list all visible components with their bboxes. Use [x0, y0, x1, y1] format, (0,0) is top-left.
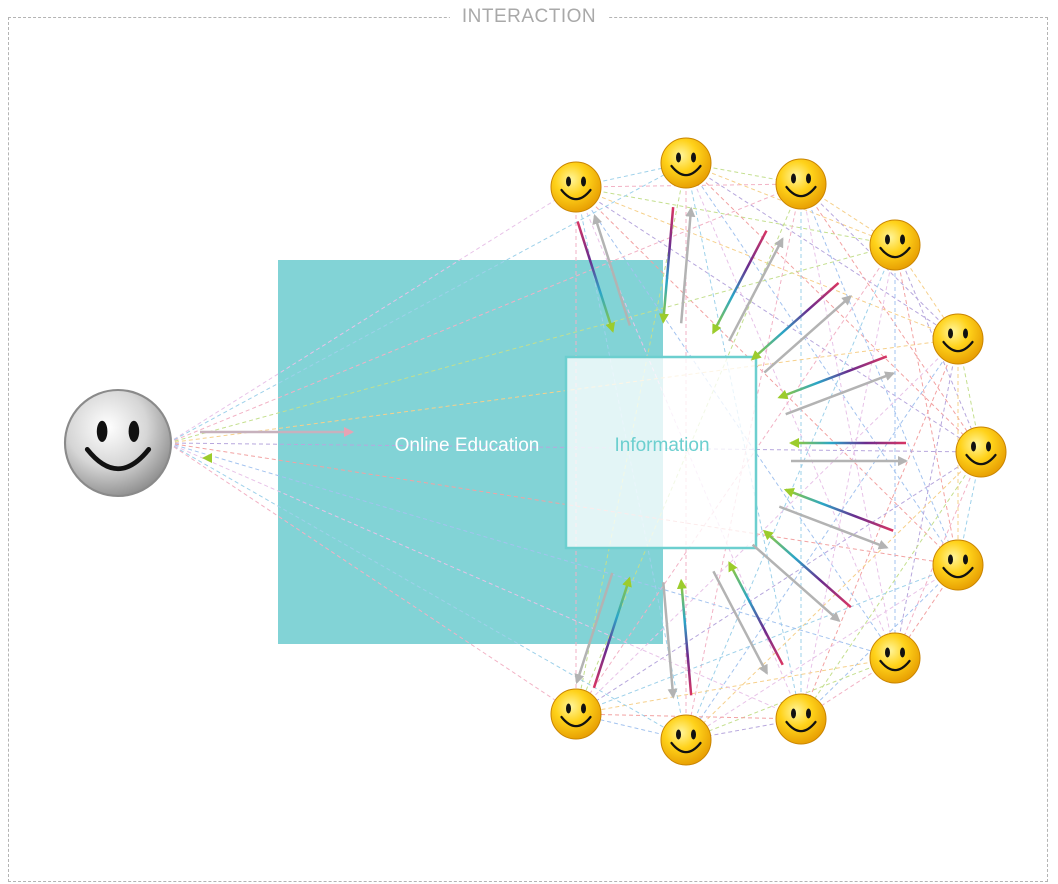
- learner-smiley-icon: [550, 688, 602, 740]
- learner-outgoing-arrow: [712, 570, 768, 675]
- teacher-smiley-icon: [63, 388, 173, 498]
- learner-smiley-icon: [660, 714, 712, 766]
- learner-outgoing-arrow: [778, 505, 889, 550]
- learner-smiley-icon: [660, 137, 712, 189]
- learner-smiley-icon: [775, 693, 827, 745]
- learner-outgoing-arrow: [751, 543, 841, 622]
- online-education-label: Online Education: [395, 435, 540, 456]
- network-line: [894, 338, 959, 659]
- learner-smiley-icon: [932, 539, 984, 591]
- learner-outgoing-arrow: [662, 582, 678, 699]
- information-label: Information: [614, 435, 709, 456]
- interaction-diagram: Online Education Information: [63, 137, 1007, 766]
- learner-incoming-arrow: [712, 230, 768, 335]
- network-line: [575, 186, 896, 246]
- learner-incoming-arrow: [750, 281, 840, 361]
- learner-incoming-arrow: [777, 355, 888, 400]
- learner-smiley-icon: [932, 313, 984, 365]
- learner-outgoing-arrow: [728, 237, 784, 342]
- network-line: [894, 244, 959, 566]
- learner-smiley-icon: [955, 426, 1007, 478]
- learner-smiley-icon: [869, 219, 921, 271]
- learner-outgoing-arrow: [763, 295, 852, 374]
- learner-incoming-arrow: [763, 529, 852, 609]
- learner-smiley-icon: [869, 632, 921, 684]
- learner-smiley-icon: [550, 161, 602, 213]
- learner-smiley-icon: [775, 158, 827, 210]
- learner-incoming-arrow: [783, 487, 894, 532]
- learner-incoming-arrow: [728, 561, 784, 666]
- learner-incoming-arrow: [658, 207, 675, 324]
